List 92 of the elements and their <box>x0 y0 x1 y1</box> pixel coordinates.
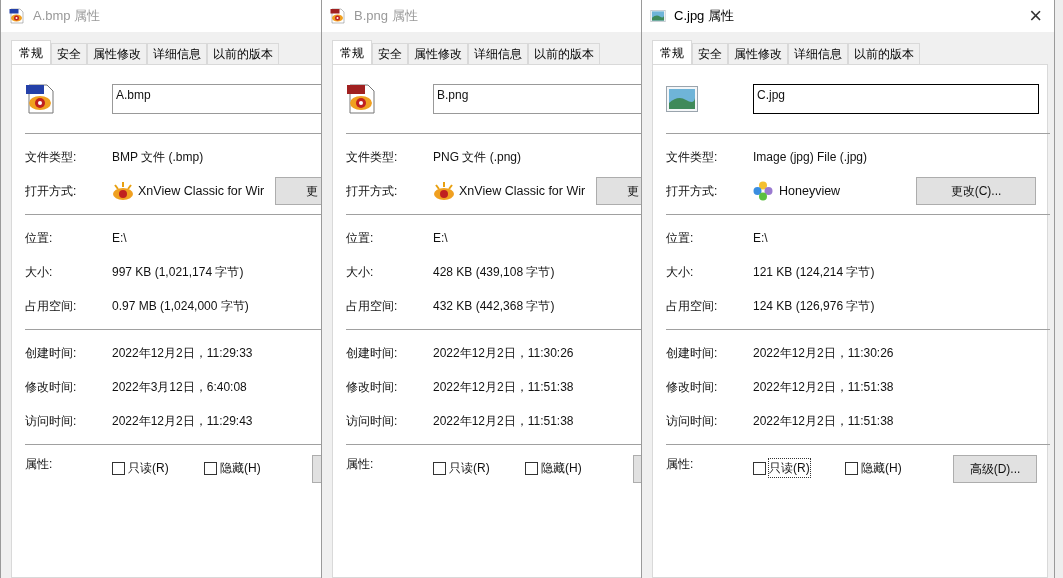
window-title: C.jpg 属性 <box>674 7 734 26</box>
tab[interactable]: 详细信息 <box>468 43 528 64</box>
field-value: 2022年12月2日，11:29:33 <box>112 345 253 362</box>
field-value: E:\ <box>112 230 127 247</box>
field-label: 修改时间: <box>666 379 719 396</box>
eye-app-icon <box>433 181 455 201</box>
field-value: PNG 文件 (.png) <box>433 149 522 166</box>
tab[interactable]: 常规 <box>11 40 51 64</box>
tab[interactable]: 常规 <box>332 40 372 64</box>
field-label: 属性: <box>666 456 695 473</box>
field-value: 2022年12月2日，11:51:38 <box>753 379 894 396</box>
change-button[interactable]: 更改(C)... <box>916 177 1036 205</box>
file-name-input[interactable]: A.bmp <box>112 84 321 114</box>
checkbox[interactable]: 隐藏(H) <box>845 459 937 477</box>
field-value: Honeyview <box>779 182 842 200</box>
field-label: 修改时间: <box>346 379 399 396</box>
checkbox[interactable]: 只读(R) <box>753 459 845 477</box>
image-file-icon <box>9 8 25 24</box>
field-value: 428 KB (439,108 字节) <box>433 264 555 281</box>
tab[interactable]: 属性修改 <box>728 43 788 64</box>
tab[interactable]: 详细信息 <box>788 43 848 64</box>
field-label: 大小: <box>346 264 375 281</box>
field-value: 2022年12月2日，11:51:38 <box>433 413 574 430</box>
image-file-icon <box>330 8 346 24</box>
tab[interactable]: 详细信息 <box>147 43 207 64</box>
field-label: 占用空间: <box>346 298 399 315</box>
tab[interactable]: 安全 <box>372 43 408 64</box>
field-label: 位置: <box>666 230 695 247</box>
picture-file-icon <box>666 86 698 112</box>
field-label: 属性: <box>25 456 54 473</box>
window-title: B.png 属性 <box>354 7 418 26</box>
flower-app-icon <box>753 181 773 201</box>
field-value: 124 KB (126,976 字节) <box>753 298 875 315</box>
field-value: 997 KB (1,021,174 字节) <box>112 264 244 281</box>
field-value: 2022年12月2日，11:51:38 <box>753 413 894 430</box>
field-label: 文件类型: <box>346 149 399 166</box>
field-label: 修改时间: <box>25 379 78 396</box>
change-button[interactable]: 更 <box>275 177 321 205</box>
change-button[interactable]: 更 <box>596 177 641 205</box>
field-label: 属性: <box>346 456 375 473</box>
field-value: E:\ <box>433 230 448 247</box>
field-value: 0.97 MB (1,024,000 字节) <box>112 298 249 315</box>
field-value: BMP 文件 (.bmp) <box>112 149 204 166</box>
field-value: Image (jpg) File (.jpg) <box>753 149 868 166</box>
field-label: 创建时间: <box>666 345 719 362</box>
picture-file-icon <box>650 10 666 22</box>
field-label: 访问时间: <box>346 413 399 430</box>
field-label: 访问时间: <box>666 413 719 430</box>
field-label: 文件类型: <box>25 149 78 166</box>
close-button[interactable]: × <box>1025 5 1046 27</box>
tab[interactable]: 以前的版本 <box>207 43 279 64</box>
field-value: 2022年12月2日，11:29:43 <box>112 413 253 430</box>
field-value: XnView Classic for Wir <box>459 182 587 200</box>
field-label: 位置: <box>346 230 375 247</box>
field-label: 占用空间: <box>25 298 78 315</box>
image-file-icon <box>346 83 378 115</box>
field-value: 432 KB (442,368 字节) <box>433 298 555 315</box>
tab[interactable]: 以前的版本 <box>528 43 600 64</box>
field-label: 大小: <box>666 264 695 281</box>
field-value: 2022年3月12日，6:40:08 <box>112 379 247 396</box>
field-label: 打开方式: <box>666 183 719 200</box>
field-value: 2022年12月2日，11:30:26 <box>433 345 574 362</box>
tab[interactable]: 以前的版本 <box>848 43 920 64</box>
window-title: A.bmp 属性 <box>33 7 101 26</box>
field-label: 打开方式: <box>346 183 399 200</box>
tab[interactable]: 属性修改 <box>87 43 147 64</box>
field-value: E:\ <box>753 230 768 247</box>
tab[interactable]: 常规 <box>652 40 692 64</box>
field-label: 大小: <box>25 264 54 281</box>
checkbox[interactable]: 只读(R) <box>112 459 204 477</box>
checkbox[interactable]: 隐藏(H) <box>525 459 617 477</box>
field-value: 2022年12月2日，11:30:26 <box>753 345 894 362</box>
checkbox[interactable]: 隐藏(H) <box>204 459 296 477</box>
field-label: 文件类型: <box>666 149 719 166</box>
tab[interactable]: 安全 <box>692 43 728 64</box>
field-value: 2022年12月2日，11:51:38 <box>433 379 574 396</box>
field-label: 占用空间: <box>666 298 719 315</box>
advanced-button[interactable]: 高级(D)... <box>953 455 1037 483</box>
image-file-icon <box>25 83 57 115</box>
field-label: 访问时间: <box>25 413 78 430</box>
field-label: 打开方式: <box>25 183 78 200</box>
field-value: XnView Classic for Wir <box>138 182 266 200</box>
tab[interactable]: 属性修改 <box>408 43 468 64</box>
tab[interactable]: 安全 <box>51 43 87 64</box>
checkbox[interactable]: 只读(R) <box>433 459 525 477</box>
field-label: 创建时间: <box>346 345 399 362</box>
field-value: 121 KB (124,214 字节) <box>753 264 875 281</box>
file-name-input[interactable]: B.png <box>433 84 641 114</box>
field-label: 位置: <box>25 230 54 247</box>
file-name-input[interactable]: C.jpg <box>753 84 1039 114</box>
eye-app-icon <box>112 181 134 201</box>
field-label: 创建时间: <box>25 345 78 362</box>
